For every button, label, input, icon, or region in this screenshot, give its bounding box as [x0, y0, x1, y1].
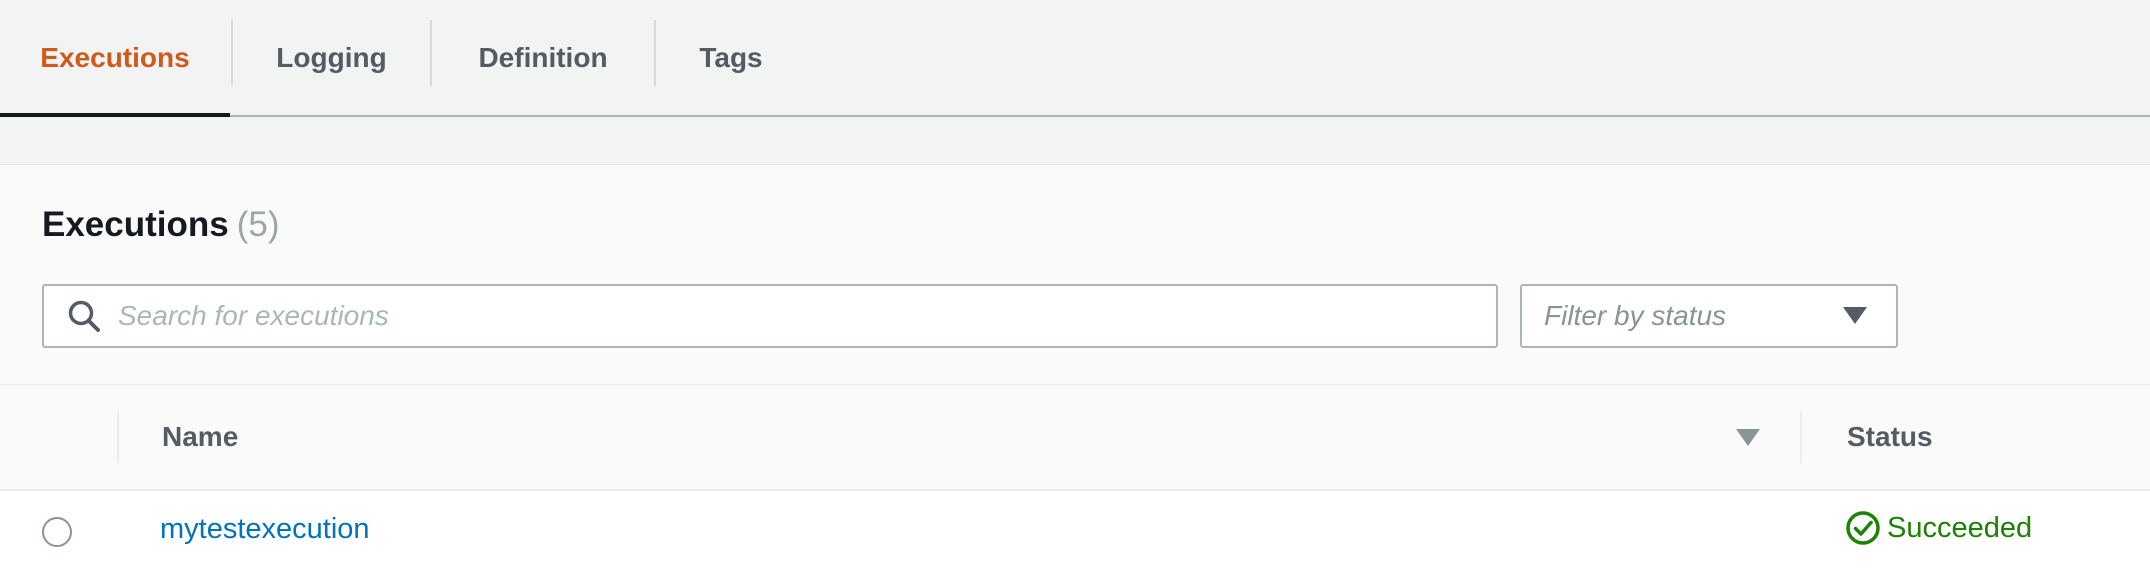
column-header-status[interactable]: Status: [1847, 385, 1933, 489]
filter-by-status-select[interactable]: Filter by status: [1520, 284, 1898, 348]
execution-status: Succeeded: [1845, 510, 2032, 546]
table-header: Name Status: [0, 385, 2150, 491]
filter-by-status-label: Filter by status: [1544, 300, 1727, 331]
check-circle-icon: [1846, 511, 1880, 545]
tab-logging[interactable]: Logging: [233, 0, 430, 116]
tab-executions[interactable]: Executions: [0, 0, 230, 118]
tabs-bar: Executions Logging Definition Tags: [0, 0, 2150, 118]
table-row: mytestexecution Succeeded: [0, 491, 2150, 576]
spacer-band: [0, 117, 2150, 165]
tab-definition[interactable]: Definition: [432, 0, 654, 116]
execution-count: (5): [236, 205, 280, 244]
tab-tags[interactable]: Tags: [656, 0, 806, 116]
column-divider: [1800, 411, 1802, 463]
panel-title: Executions (5): [42, 205, 280, 245]
status-text: Succeeded: [1887, 511, 2033, 544]
column-header-name[interactable]: Name: [162, 385, 238, 489]
sort-descending-icon[interactable]: [1736, 427, 1760, 447]
caret-down-icon: [1842, 306, 1868, 326]
panel-title-text: Executions: [42, 205, 229, 244]
search-input[interactable]: [116, 290, 1460, 342]
execution-name-link[interactable]: mytestexecution: [160, 513, 370, 546]
search-box[interactable]: [42, 284, 1498, 348]
column-divider: [117, 411, 119, 463]
search-icon: [64, 296, 104, 336]
step-functions-executions-page: Executions Logging Definition Tags Execu…: [0, 0, 2150, 576]
executions-panel-header: Executions(5) Filter by status: [0, 165, 2150, 385]
row-select-radio[interactable]: [42, 517, 72, 547]
